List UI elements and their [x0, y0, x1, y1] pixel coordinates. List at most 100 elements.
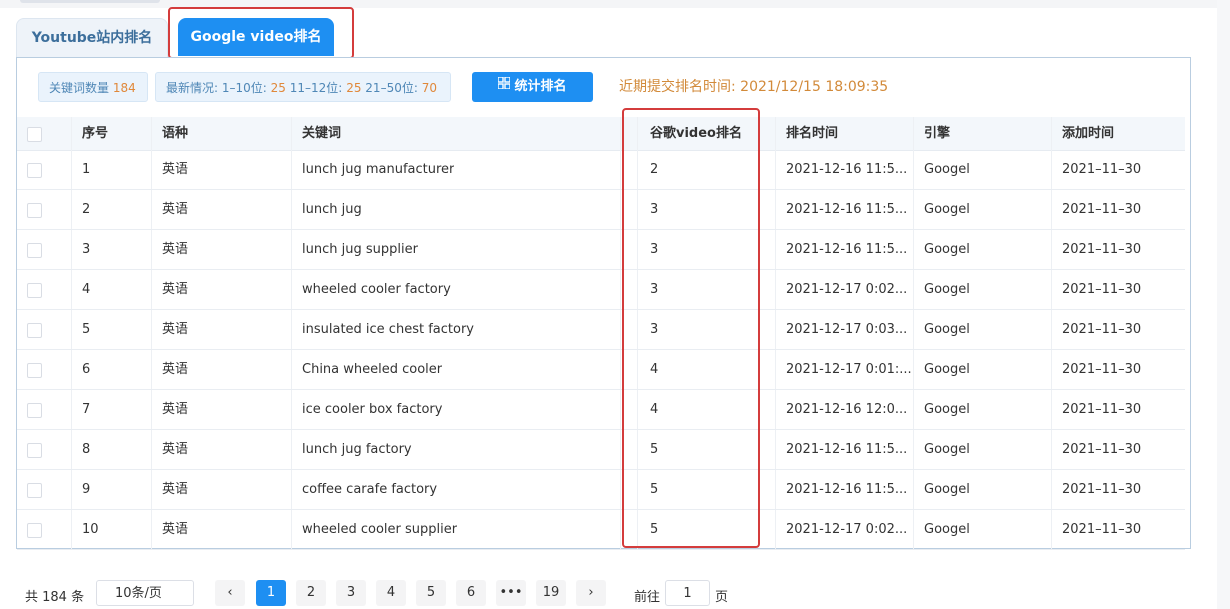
cell-seq: 10	[82, 522, 99, 537]
row-checkbox[interactable]	[27, 483, 42, 498]
table-row[interactable]: 7 英语 ice cooler box factory 4 2021-12-16…	[17, 390, 1185, 430]
cell-lang: 英语	[162, 282, 189, 297]
cell-rank-time: 2021-12-16 11:5...	[786, 442, 908, 457]
header-seq: 序号	[82, 126, 109, 141]
right-gutter	[1217, 0, 1230, 609]
page-button-5[interactable]: 5	[416, 580, 446, 606]
cell-added: 2021–11–30	[1062, 242, 1142, 257]
tab-highlight-outline	[168, 7, 354, 59]
cell-rank: 2	[650, 162, 659, 177]
cell-rank: 5	[650, 522, 659, 537]
cell-keyword: coffee carafe factory	[302, 482, 438, 497]
range3-value: 70	[421, 81, 437, 95]
cell-engine: Googel	[924, 322, 970, 337]
page-size-value: 10条/页	[115, 586, 162, 601]
cell-added: 2021–11–30	[1062, 442, 1142, 457]
prev-page-button[interactable]: ‹	[215, 580, 245, 606]
table-row[interactable]: 9 英语 coffee carafe factory 5 2021-12-16 …	[17, 470, 1185, 510]
cell-engine: Googel	[924, 482, 970, 497]
cell-rank: 4	[650, 362, 659, 377]
row-checkbox[interactable]	[27, 163, 42, 178]
goto-page-input[interactable]: 1	[665, 580, 710, 606]
recent-submit-info: 近期提交排名时间: 2021/12/15 18:09:35	[619, 72, 888, 102]
page-ellipsis-button[interactable]: •••	[496, 580, 526, 606]
cell-rank: 3	[650, 322, 659, 337]
cell-keyword: China wheeled cooler	[302, 362, 443, 377]
table-header: 序号 语种 关键词 谷歌video排名 排名时间 引擎 添加时间	[17, 117, 1185, 151]
cell-engine: Googel	[924, 162, 970, 177]
header-rank-time: 排名时间	[786, 126, 839, 141]
cell-seq: 4	[82, 282, 91, 297]
select-all-checkbox[interactable]	[27, 127, 42, 142]
cell-added: 2021–11–30	[1062, 482, 1142, 497]
cell-rank-time: 2021-12-17 0:02...	[786, 282, 908, 297]
cell-seq: 7	[82, 402, 91, 417]
table-row[interactable]: 4 英语 wheeled cooler factory 3 2021-12-17…	[17, 270, 1185, 310]
cell-added: 2021–11–30	[1062, 322, 1142, 337]
page-button-1[interactable]: 1	[256, 580, 286, 606]
cell-engine: Googel	[924, 522, 970, 537]
table-row[interactable]: 3 英语 lunch jug supplier 3 2021-12-16 11:…	[17, 230, 1185, 270]
cell-added: 2021–11–30	[1062, 282, 1142, 297]
page-button-4[interactable]: 4	[376, 580, 406, 606]
page-button-19[interactable]: 19	[536, 580, 566, 606]
tab-youtube-ranking[interactable]: Youtube站内排名	[16, 18, 168, 57]
range1-label: 1–10位:	[221, 81, 267, 95]
table-row[interactable]: 2 英语 lunch jug 3 2021-12-16 11:5... Goog…	[17, 190, 1185, 230]
cell-rank: 3	[650, 282, 659, 297]
cell-added: 2021–11–30	[1062, 202, 1142, 217]
header-lang: 语种	[162, 126, 189, 141]
row-checkbox[interactable]	[27, 323, 42, 338]
header-keyword: 关键词	[302, 126, 342, 141]
keyword-count-value: 184	[112, 81, 136, 95]
table-row[interactable]: 10 英语 wheeled cooler supplier 5 2021-12-…	[17, 510, 1185, 550]
table-row[interactable]: 8 英语 lunch jug factory 5 2021-12-16 11:5…	[17, 430, 1185, 470]
cell-lang: 英语	[162, 322, 189, 337]
cell-lang: 英语	[162, 402, 189, 417]
submit-time: 2021/12/15 18:09:35	[740, 79, 889, 95]
cell-rank-time: 2021-12-16 11:5...	[786, 202, 908, 217]
cell-rank-time: 2021-12-17 0:03...	[786, 322, 908, 337]
stat-ranking-button[interactable]: 统计排名	[472, 72, 593, 102]
goto-label: 前往	[634, 590, 661, 605]
row-checkbox[interactable]	[27, 523, 42, 538]
cell-keyword: insulated ice chest factory	[302, 322, 474, 337]
cell-lang: 英语	[162, 362, 189, 377]
grid-icon	[497, 71, 512, 101]
next-page-button[interactable]: ›	[576, 580, 606, 606]
cell-lang: 英语	[162, 242, 189, 257]
submit-label: 近期提交排名时间:	[619, 79, 736, 95]
page-button-3[interactable]: 3	[336, 580, 366, 606]
table-row[interactable]: 1 英语 lunch jug manufacturer 2 2021-12-16…	[17, 150, 1185, 190]
cell-engine: Googel	[924, 442, 970, 457]
cell-rank-time: 2021-12-17 0:01:...	[786, 362, 911, 377]
cell-seq: 5	[82, 322, 91, 337]
cell-engine: Googel	[924, 202, 970, 217]
cell-rank-time: 2021-12-16 12:0...	[786, 402, 908, 417]
cell-seq: 6	[82, 362, 91, 377]
page-button-6[interactable]: 6	[456, 580, 486, 606]
row-checkbox[interactable]	[27, 443, 42, 458]
cell-rank-time: 2021-12-16 11:5...	[786, 482, 908, 497]
header-added: 添加时间	[1062, 126, 1115, 141]
stat-ranking-label: 统计排名	[514, 79, 567, 94]
row-checkbox[interactable]	[27, 403, 42, 418]
table-row[interactable]: 6 英语 China wheeled cooler 4 2021-12-17 0…	[17, 350, 1185, 390]
cell-rank-time: 2021-12-16 11:5...	[786, 242, 908, 257]
cell-keyword: ice cooler box factory	[302, 402, 443, 417]
cell-engine: Googel	[924, 242, 970, 257]
cell-added: 2021–11–30	[1062, 522, 1142, 537]
row-checkbox[interactable]	[27, 363, 42, 378]
range2-value: 25	[346, 81, 362, 95]
table-row[interactable]: 5 英语 insulated ice chest factory 3 2021-…	[17, 310, 1185, 350]
page-button-2[interactable]: 2	[296, 580, 326, 606]
cell-lang: 英语	[162, 202, 189, 217]
row-checkbox[interactable]	[27, 203, 42, 218]
cell-rank: 5	[650, 482, 659, 497]
cell-rank: 4	[650, 402, 659, 417]
cell-lang: 英语	[162, 162, 189, 177]
row-checkbox[interactable]	[27, 243, 42, 258]
page-size-select[interactable]: 10条/页	[96, 580, 194, 606]
row-checkbox[interactable]	[27, 283, 42, 298]
cell-lang: 英语	[162, 442, 189, 457]
